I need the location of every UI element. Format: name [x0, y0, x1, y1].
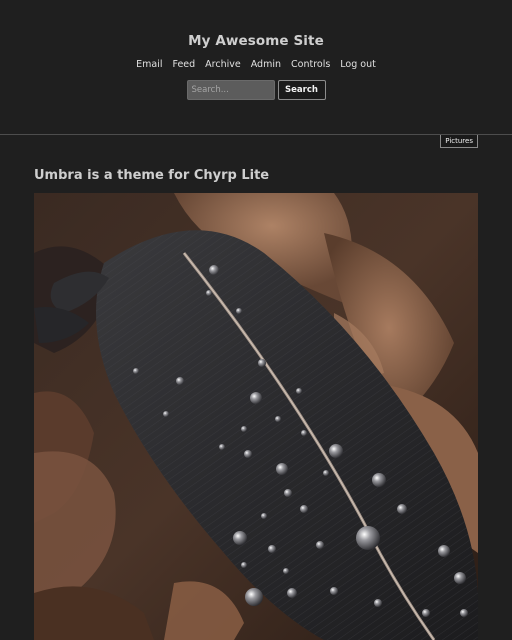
search-form: Search — [0, 80, 512, 100]
main-nav: Email Feed Archive Admin Controls Log ou… — [0, 59, 512, 70]
nav-feed[interactable]: Feed — [173, 59, 196, 70]
search-button[interactable]: Search — [277, 80, 326, 100]
site-header: My Awesome Site Email Feed Archive Admin… — [0, 0, 512, 135]
site-title[interactable]: My Awesome Site — [0, 33, 512, 49]
nav-log-out[interactable]: Log out — [340, 59, 376, 70]
category-tag[interactable]: Pictures — [440, 135, 478, 148]
nav-admin[interactable]: Admin — [251, 59, 281, 70]
search-input[interactable] — [186, 80, 275, 100]
nav-archive[interactable]: Archive — [205, 59, 241, 70]
nav-email[interactable]: Email — [136, 59, 162, 70]
nav-controls[interactable]: Controls — [291, 59, 330, 70]
post-image — [34, 193, 478, 640]
post-title[interactable]: Umbra is a theme for Chyrp Lite — [34, 168, 269, 183]
feather-photo — [34, 193, 478, 640]
header-divider — [0, 134, 512, 135]
